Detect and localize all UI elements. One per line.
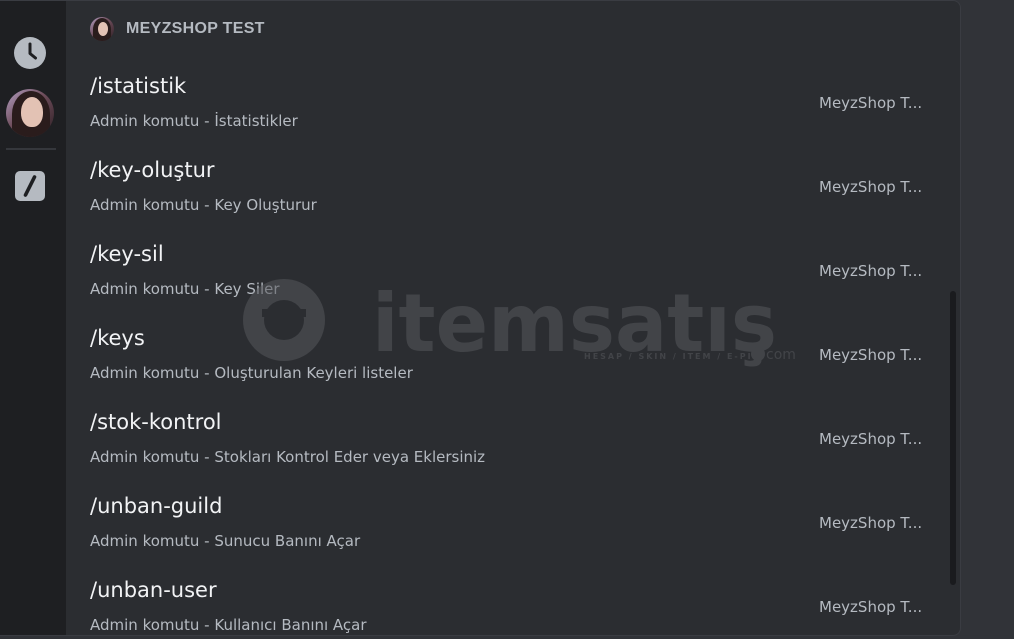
- rail-divider: [6, 148, 56, 150]
- command-source: MeyzShop T...: [819, 430, 923, 448]
- command-item[interactable]: /key-oluştur Admin komutu - Key Oluşturu…: [66, 145, 946, 229]
- command-source: MeyzShop T...: [819, 94, 923, 112]
- command-item[interactable]: /unban-guild Admin komutu - Sunucu Banın…: [66, 481, 946, 565]
- clock-icon: [14, 37, 46, 69]
- command-name: /istatistik: [90, 74, 187, 98]
- command-item[interactable]: /istatistik Admin komutu - İstatistikler…: [66, 61, 946, 145]
- server-avatar[interactable]: [6, 89, 54, 137]
- server-avatar-small: [90, 17, 114, 41]
- command-item[interactable]: /unban-user Admin komutu - Kullanıcı Ban…: [66, 565, 946, 635]
- command-description: Admin komutu - Key Siler: [90, 280, 280, 298]
- command-name: /unban-guild: [90, 494, 223, 518]
- slash-command-icon: [15, 171, 45, 201]
- command-source: MeyzShop T...: [819, 598, 923, 616]
- command-name: /keys: [90, 326, 145, 350]
- command-item[interactable]: /key-sil Admin komutu - Key Siler MeyzSh…: [66, 229, 946, 313]
- command-source: MeyzShop T...: [819, 346, 923, 364]
- command-name: /key-sil: [90, 242, 164, 266]
- command-name: /key-oluştur: [90, 158, 215, 182]
- command-autocomplete-popup: MEYZSHOP TEST /istatistik Admin komutu -…: [0, 0, 961, 636]
- scrollbar-thumb[interactable]: [950, 291, 956, 585]
- command-list: /istatistik Admin komutu - İstatistikler…: [66, 61, 946, 635]
- section-title: MEYZSHOP TEST: [126, 20, 265, 37]
- command-source: MeyzShop T...: [819, 262, 923, 280]
- command-description: Admin komutu - Sunucu Banını Açar: [90, 532, 361, 550]
- command-name: /stok-kontrol: [90, 410, 222, 434]
- command-source-rail: [0, 1, 66, 635]
- section-header: MEYZSHOP TEST: [90, 16, 265, 42]
- command-description: Admin komutu - Key Oluşturur: [90, 196, 317, 214]
- command-source: MeyzShop T...: [819, 514, 923, 532]
- command-name: /unban-user: [90, 578, 217, 602]
- recent-commands-button[interactable]: [14, 37, 46, 69]
- command-item[interactable]: /stok-kontrol Admin komutu - Stokları Ko…: [66, 397, 946, 481]
- command-description: Admin komutu - Oluşturulan Keyleri liste…: [90, 364, 413, 382]
- slash-commands-button[interactable]: [14, 170, 46, 202]
- command-item[interactable]: /keys Admin komutu - Oluşturulan Keyleri…: [66, 313, 946, 397]
- command-description: Admin komutu - Stokları Kontrol Eder vey…: [90, 448, 486, 466]
- command-description: Admin komutu - İstatistikler: [90, 112, 298, 130]
- command-source: MeyzShop T...: [819, 178, 923, 196]
- command-description: Admin komutu - Kullanıcı Banını Açar: [90, 616, 367, 634]
